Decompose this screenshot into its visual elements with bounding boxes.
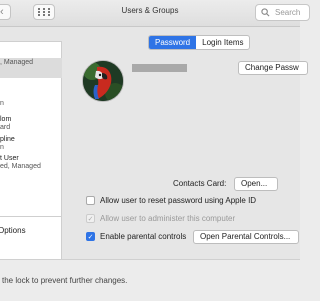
user-list-item[interactable]: pline n [0, 136, 62, 152]
search-input[interactable]: Search [255, 4, 310, 21]
parrot-icon [83, 61, 123, 101]
user-role: ed, Managed [0, 163, 41, 170]
contacts-card-label: Contacts Card: [173, 179, 227, 188]
title-bar: ‹ Users & Groups Search [0, 0, 310, 27]
user-role: n [0, 100, 4, 107]
user-list-item[interactable]: t User ed, Managed [0, 155, 62, 171]
user-name: pline [0, 136, 15, 143]
user-name: lom [0, 116, 12, 123]
user-role: n [0, 144, 4, 151]
user-role: , Managed [0, 59, 34, 66]
user-list-item[interactable]: n [0, 100, 62, 108]
reset-password-label: Allow user to reset password using Apple… [100, 196, 257, 205]
search-icon [261, 8, 270, 17]
parental-controls-checkbox[interactable]: ✓ [86, 232, 95, 241]
change-password-button[interactable]: Change Passw [238, 61, 308, 75]
reset-password-checkbox-row[interactable]: Allow user to reset password using Apple… [86, 196, 256, 205]
user-name: t User [0, 155, 19, 162]
tab-password[interactable]: Password [149, 36, 197, 49]
open-parental-controls-button[interactable]: Open Parental Controls... [193, 230, 299, 244]
avatar[interactable] [82, 60, 124, 102]
administer-computer-checkbox-row: ✓ Allow user to administer this computer [86, 214, 235, 223]
search-placeholder: Search [275, 8, 301, 17]
tab-bar: Password Login Items [148, 35, 251, 50]
parental-controls-label: Enable parental controls [100, 232, 187, 241]
user-list-item[interactable]: lom ard [0, 116, 62, 132]
user-list-sidebar: , Managed n lom ard pline n t User ed, M… [0, 41, 62, 263]
reset-password-checkbox[interactable] [86, 196, 95, 205]
user-list-item[interactable]: , Managed [0, 58, 62, 78]
open-contacts-card-button[interactable]: Open... [234, 177, 278, 191]
parental-controls-checkbox-row[interactable]: ✓ Enable parental controls [86, 232, 186, 241]
user-full-name [132, 64, 187, 72]
tab-login-items[interactable]: Login Items [196, 36, 249, 49]
lock-instructions: the lock to prevent further changes. [2, 276, 128, 285]
login-options-item[interactable]: Options [0, 226, 26, 235]
administer-computer-checkbox: ✓ [86, 214, 95, 223]
administer-computer-label: Allow user to administer this computer [100, 214, 236, 223]
user-role: ard [0, 124, 11, 131]
